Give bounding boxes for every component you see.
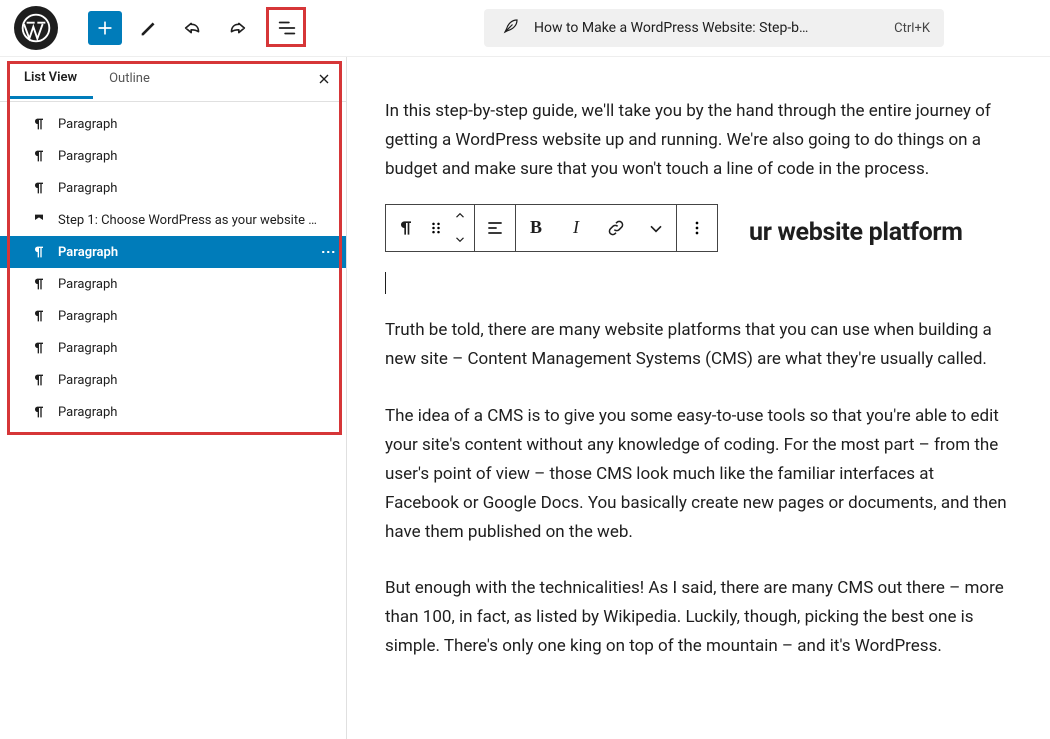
list-item[interactable]: Paragraph <box>0 332 346 364</box>
paragraph-icon <box>30 148 48 164</box>
list-item[interactable]: Paragraph <box>0 140 346 172</box>
document-title: How to Make a WordPress Website: Step-b… <box>534 20 880 36</box>
panel-tabs: List View Outline <box>0 57 346 102</box>
align-button[interactable] <box>475 205 515 251</box>
paragraph-icon <box>30 276 48 292</box>
annotation-highlight <box>266 7 306 47</box>
list-item-label: Paragraph <box>58 277 117 292</box>
paragraph-icon <box>30 340 48 356</box>
list-item[interactable]: Paragraph <box>0 300 346 332</box>
drag-handle[interactable] <box>426 205 446 251</box>
list-item-options-button[interactable]: ⋮ <box>320 245 336 260</box>
list-item-label: Paragraph <box>58 405 117 420</box>
move-up-button[interactable] <box>446 205 474 228</box>
block-type-button[interactable] <box>386 205 426 251</box>
document-title-bar[interactable]: How to Make a WordPress Website: Step-b…… <box>484 9 944 47</box>
list-item-label: Paragraph <box>58 181 117 196</box>
italic-button[interactable]: I <box>556 205 596 251</box>
list-item[interactable]: Paragraph ⋮ <box>0 236 346 268</box>
tab-outline[interactable]: Outline <box>93 61 166 97</box>
bold-button[interactable]: B <box>516 205 556 251</box>
list-item[interactable]: Paragraph <box>0 396 346 428</box>
list-view-tree: Paragraph Paragraph Paragraph Step 1: Ch… <box>0 102 346 434</box>
list-item-label: Step 1: Choose WordPress as your website… <box>58 213 317 228</box>
list-item[interactable]: Paragraph <box>0 172 346 204</box>
more-inline-button[interactable] <box>636 205 676 251</box>
add-block-button[interactable] <box>88 11 122 45</box>
paragraph-icon <box>30 372 48 388</box>
paragraph-icon <box>30 116 48 132</box>
editor-canvas[interactable]: In this step-by-step guide, we'll take y… <box>347 57 1050 739</box>
undo-button[interactable] <box>176 11 210 45</box>
list-item[interactable]: Paragraph <box>0 364 346 396</box>
list-item-label: Paragraph <box>58 149 117 164</box>
list-item-label: Paragraph <box>58 373 117 388</box>
list-item-label: Paragraph <box>58 117 117 132</box>
paragraph-icon <box>30 244 48 260</box>
paragraph-icon <box>30 308 48 324</box>
wordpress-logo[interactable] <box>14 6 58 50</box>
editor-top-toolbar: How to Make a WordPress Website: Step-b…… <box>0 0 1050 57</box>
list-item-label: Paragraph <box>58 309 117 324</box>
document-overview-wrap <box>264 11 304 45</box>
tab-list-view[interactable]: List View <box>8 60 93 99</box>
list-item[interactable]: Paragraph <box>0 268 346 300</box>
paragraph-block[interactable]: But enough with the technicalities! As I… <box>385 574 1012 661</box>
edit-mode-button[interactable] <box>132 11 166 45</box>
paragraph-block[interactable]: Truth be told, there are many website pl… <box>385 316 1012 374</box>
move-down-button[interactable] <box>446 228 474 251</box>
list-item[interactable]: Step 1: Choose WordPress as your website… <box>0 204 346 236</box>
feather-icon <box>502 17 520 39</box>
text-cursor <box>385 272 386 294</box>
document-overview-panel: List View Outline Paragraph Paragraph Pa… <box>0 57 347 739</box>
paragraph-block[interactable]: The idea of a CMS is to give you some ea… <box>385 402 1012 546</box>
list-item-label: Paragraph <box>58 245 118 260</box>
heading-block[interactable]: B I ur website platform <box>385 212 1012 255</box>
close-panel-button[interactable] <box>310 65 338 93</box>
block-toolbar: B I <box>385 204 718 252</box>
paragraph-icon <box>30 180 48 196</box>
link-button[interactable] <box>596 205 636 251</box>
paragraph-block[interactable]: In this step-by-step guide, we'll take y… <box>385 97 1012 184</box>
paragraph-icon <box>30 404 48 420</box>
redo-button[interactable] <box>220 11 254 45</box>
block-options-button[interactable] <box>677 205 717 251</box>
editor-main: List View Outline Paragraph Paragraph Pa… <box>0 57 1050 739</box>
heading-icon <box>30 212 48 228</box>
list-item[interactable]: Paragraph <box>0 108 346 140</box>
command-shortcut: Ctrl+K <box>894 21 930 36</box>
list-item-label: Paragraph <box>58 341 117 356</box>
